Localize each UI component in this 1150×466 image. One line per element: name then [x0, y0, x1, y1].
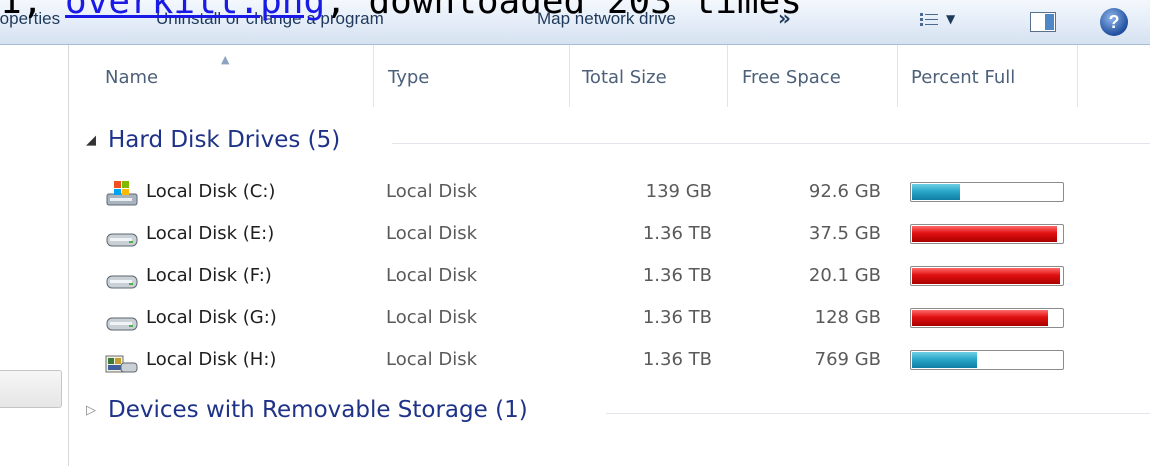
drive-free-space: 20.1 GB — [808, 265, 881, 286]
drive-name: Local Disk (F:) — [146, 265, 272, 286]
caption-suffix: , downloaded 203 times — [325, 0, 802, 22]
drive-free-space: 128 GB — [814, 307, 881, 328]
column-header-free-space[interactable]: Free Space — [728, 45, 898, 107]
drive-name: Local Disk (G:) — [146, 307, 277, 328]
drive-free-space: 92.6 GB — [808, 181, 881, 202]
percent-full-bar — [910, 266, 1064, 286]
drive-total-size: 1.36 TB — [642, 349, 712, 370]
percent-full-fill — [912, 310, 1049, 326]
hard-drive-icon — [106, 317, 138, 331]
drive-name: Local Disk (H:) — [146, 349, 277, 370]
hard-drive-icon — [106, 233, 138, 247]
column-percent-label: Percent Full — [911, 67, 1016, 88]
group-title-hard-disk: Hard Disk Drives (5) — [108, 127, 341, 153]
column-total-label: Total Size — [582, 67, 667, 88]
hard-drive-icon — [106, 275, 138, 289]
percent-full-bar — [910, 350, 1064, 370]
caption-link[interactable]: overkill.png — [65, 0, 325, 22]
group-divider — [606, 413, 1150, 414]
column-type-label: Type — [388, 67, 430, 88]
drive-total-size: 1.36 TB — [642, 307, 712, 328]
media-drive-icon — [105, 355, 138, 373]
image-caption: 1, overkill.png, downloaded 203 times — [0, 0, 802, 22]
percent-full-fill — [912, 268, 1061, 284]
group-header-hard-disk-drives[interactable]: ◢ Hard Disk Drives (5) — [86, 127, 340, 153]
percent-full-fill — [912, 226, 1058, 242]
group-title-removable: Devices with Removable Storage (1) — [108, 397, 528, 423]
drive-total-size: 139 GB — [645, 181, 712, 202]
drive-free-space: 769 GB — [814, 349, 881, 370]
navigation-scrollbar-thumb[interactable] — [0, 370, 62, 408]
percent-full-bar — [910, 182, 1064, 202]
percent-full-fill — [912, 352, 977, 368]
percent-full-bar — [910, 224, 1064, 244]
collapsed-triangle-icon[interactable]: ▷ — [86, 403, 108, 418]
column-header-type[interactable]: Type — [374, 45, 570, 107]
group-divider — [392, 143, 1150, 144]
drive-row[interactable]: Local Disk (H:) Local Disk 1.36 TB 769 G… — [100, 340, 1100, 382]
drive-name: Local Disk (C:) — [146, 181, 276, 202]
view-options-icon[interactable] — [920, 12, 938, 28]
column-free-label: Free Space — [742, 67, 841, 88]
help-icon[interactable]: ? — [1100, 8, 1128, 36]
column-name-label: Name — [105, 67, 159, 88]
view-dropdown-arrow-icon[interactable]: ▼ — [946, 12, 955, 26]
drive-row[interactable]: Local Disk (E:) Local Disk 1.36 TB 37.5 … — [100, 214, 1100, 256]
expanded-triangle-icon[interactable]: ◢ — [86, 133, 108, 148]
drive-type: Local Disk — [386, 349, 478, 370]
column-headers: Name ▲ Type Total Size Free Space Percen… — [69, 45, 1150, 107]
navigation-pane — [0, 45, 69, 466]
sort-ascending-icon: ▲ — [221, 53, 230, 66]
column-header-percent-full[interactable]: Percent Full — [898, 45, 1078, 107]
drive-total-size: 1.36 TB — [642, 265, 712, 286]
drive-name: Local Disk (E:) — [146, 223, 275, 244]
preview-pane-icon[interactable] — [1030, 12, 1056, 32]
column-header-total-size[interactable]: Total Size — [570, 45, 728, 107]
drive-type: Local Disk — [386, 181, 478, 202]
drive-type: Local Disk — [386, 265, 478, 286]
drive-row[interactable]: Local Disk (C:) Local Disk 139 GB 92.6 G… — [100, 172, 1100, 214]
group-header-removable-storage[interactable]: ▷ Devices with Removable Storage (1) — [86, 397, 528, 423]
drive-type: Local Disk — [386, 307, 478, 328]
drive-free-space: 37.5 GB — [808, 223, 881, 244]
windows-drive-icon — [106, 181, 138, 206]
drive-type: Local Disk — [386, 223, 478, 244]
drive-row[interactable]: Local Disk (F:) Local Disk 1.36 TB 20.1 … — [100, 256, 1100, 298]
percent-full-fill — [912, 184, 961, 200]
drive-row[interactable]: Local Disk (G:) Local Disk 1.36 TB 128 G… — [100, 298, 1100, 340]
column-header-name[interactable]: Name ▲ — [69, 45, 374, 107]
drive-total-size: 1.36 TB — [642, 223, 712, 244]
caption-prefix: 1, — [0, 0, 66, 22]
percent-full-bar — [910, 308, 1064, 328]
